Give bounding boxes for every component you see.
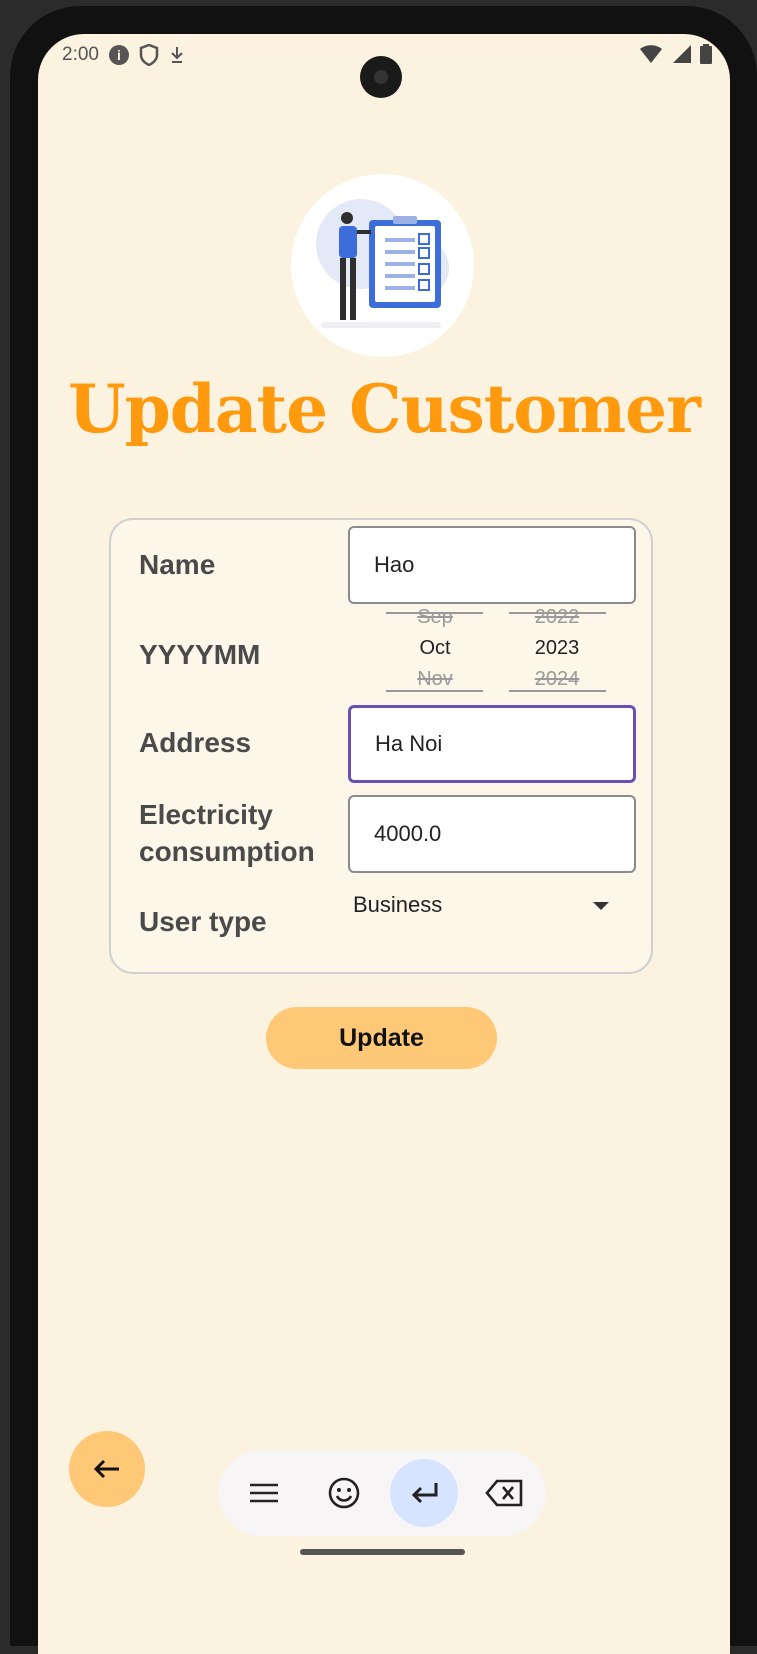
emoji-icon [328,1477,360,1509]
consumption-field[interactable]: 4000.0 [348,795,636,873]
year-picker[interactable]: 2022 2023 2024 [509,606,605,691]
emoji-key[interactable] [310,1459,378,1527]
update-button[interactable]: Update [266,1007,497,1069]
consumption-label-line2: consumption [139,836,315,867]
wifi-icon [640,45,663,63]
download-icon [171,47,183,63]
customer-form: Name Hao YYYYMM Sep Oct Nov 2022 2023 20… [109,518,653,974]
backspace-icon [485,1479,523,1507]
signal-icon [672,45,691,63]
checklist-illustration [316,199,449,328]
user-type-label: User type [139,906,267,937]
status-right [639,44,712,70]
illustration [291,174,474,357]
month-prev[interactable]: Sep [387,606,483,629]
enter-icon [411,1483,438,1504]
keyboard-toolbar [218,1450,546,1536]
user-type-select[interactable]: Business [353,892,633,918]
menu-icon [250,1483,278,1503]
back-arrow-icon [93,1459,119,1479]
month-selected[interactable]: Oct [387,637,483,660]
month-next[interactable]: Nov [387,668,483,691]
backspace-key[interactable] [470,1459,538,1527]
address-label: Address [139,727,252,758]
battery-icon [700,44,712,64]
phone-frame: 2:00 i Update Customer Name Hao YYYYMM S… [10,6,757,1654]
name-label: Name [139,549,216,580]
menu-key[interactable] [230,1459,298,1527]
date-label: YYYYMM [139,639,261,670]
year-next[interactable]: 2024 [509,668,605,691]
status-bar: 2:00 i [62,44,185,66]
home-indicator[interactable] [300,1549,465,1555]
chevron-down-icon[interactable] [593,902,609,910]
page-title: Update Customer [68,370,701,448]
month-picker[interactable]: Sep Oct Nov [387,606,483,691]
shield-icon [139,44,159,66]
consumption-label-line1: Electricity [139,799,273,830]
year-prev[interactable]: 2022 [509,606,605,629]
app-screen: 2:00 i Update Customer Name Hao YYYYMM S… [38,34,730,1654]
name-field[interactable]: Hao [348,526,636,604]
status-time: 2:00 [62,44,99,65]
info-icon: i [108,45,129,65]
enter-key[interactable] [390,1459,458,1527]
back-button[interactable] [69,1431,145,1507]
address-field[interactable]: Ha Noi [348,705,636,783]
front-camera [360,56,402,98]
consumption-label: Electricity consumption [139,796,315,870]
year-selected[interactable]: 2023 [509,637,605,660]
